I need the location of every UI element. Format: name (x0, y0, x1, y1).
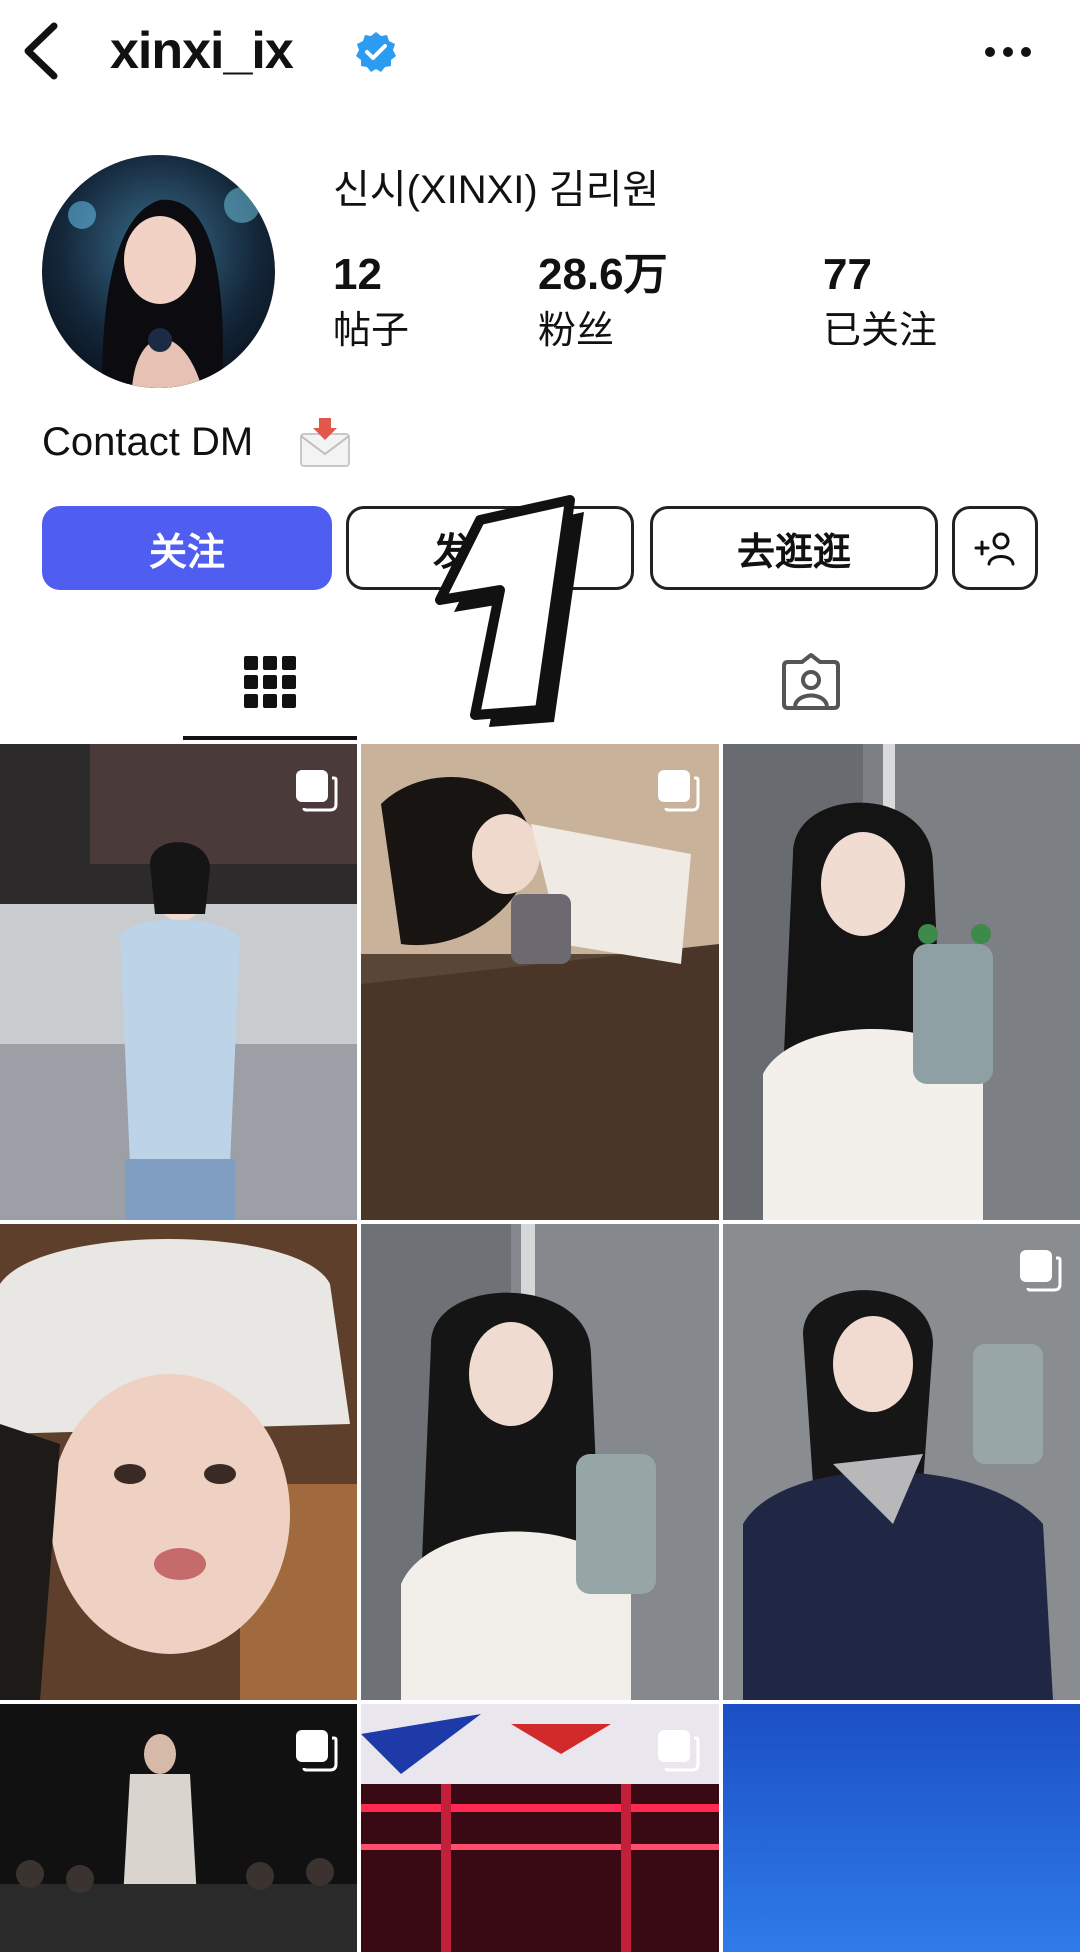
multiple-posts-icon (658, 1730, 700, 1772)
post-image (723, 1704, 1080, 1952)
multiple-posts-icon (296, 1730, 338, 1772)
stat-posts-label: 帖子 (333, 310, 410, 352)
active-tab-indicator (183, 736, 357, 740)
tab-tagged[interactable] (540, 630, 1080, 742)
verified-badge-icon (356, 32, 396, 72)
stat-followers-value: 28.6万 (538, 250, 668, 299)
chevron-left-icon (24, 22, 58, 80)
follow-button[interactable]: 关注 (42, 506, 332, 590)
post-tile[interactable] (361, 1224, 719, 1700)
multiple-posts-icon (1020, 1250, 1062, 1292)
stat-following-label: 已关注 (823, 310, 938, 352)
bio-text: Contact DM (42, 420, 254, 464)
multiple-posts-icon (658, 770, 700, 812)
stat-followers-label: 粉丝 (538, 310, 615, 352)
post-tile[interactable] (0, 744, 357, 1220)
posts-grid (0, 744, 1080, 1952)
add-user-button[interactable] (952, 506, 1038, 590)
post-tile[interactable] (723, 744, 1080, 1220)
avatar-image (42, 155, 275, 388)
number-one-sticker: 1 (435, 495, 584, 727)
profile-page: xinxi_ix 신시(XINXI) 김리원 12 帖子 28.6万 粉丝 77… (0, 0, 1080, 1952)
profile-avatar[interactable] (42, 155, 275, 388)
post-image (0, 744, 357, 1220)
post-image (0, 1224, 357, 1700)
explore-button[interactable]: 去逛逛 (650, 506, 938, 590)
post-tile[interactable] (0, 1224, 357, 1700)
display-name: 신시(XINXI) 김리원 (333, 168, 660, 212)
post-tile[interactable] (361, 744, 719, 1220)
stat-following-value: 77 (823, 250, 872, 299)
post-tile[interactable] (723, 1704, 1080, 1952)
grid-icon (244, 656, 296, 708)
post-tile[interactable] (723, 1224, 1080, 1700)
stat-posts[interactable]: 12 帖子 (333, 248, 409, 358)
multiple-posts-icon (296, 770, 338, 812)
tagged-person-icon (782, 653, 840, 710)
post-image (723, 1224, 1080, 1700)
top-bar: xinxi_ix (0, 0, 1080, 110)
stat-following[interactable]: 77 已关注 (823, 248, 937, 358)
stat-posts-value: 12 (333, 250, 382, 299)
back-button[interactable] (18, 18, 66, 84)
post-image (361, 744, 719, 1220)
post-image (723, 744, 1080, 1220)
post-image (361, 1224, 719, 1700)
incoming-envelope-icon (300, 418, 350, 467)
more-options-button[interactable] (980, 30, 1036, 74)
profile-username: xinxi_ix (110, 22, 294, 80)
more-horizontal-icon (985, 47, 1031, 57)
add-user-icon (974, 532, 1015, 566)
stat-followers[interactable]: 28.6万 粉丝 (538, 248, 668, 358)
